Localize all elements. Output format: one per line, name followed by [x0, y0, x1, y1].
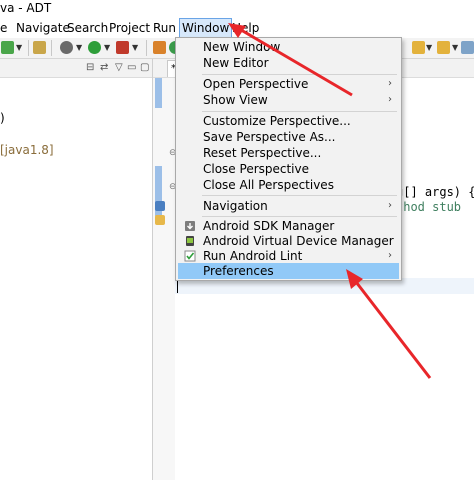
checkbox-icon[interactable]	[1, 41, 14, 54]
menu-item-navigation[interactable]: Navigation ›	[178, 198, 399, 214]
menu-separator	[202, 74, 397, 75]
toolbar-separator	[146, 40, 147, 56]
dropdown-arrow-icon[interactable]: ▼	[452, 43, 458, 52]
tree-item-jre-library[interactable]: [java1.8]	[0, 143, 54, 157]
new-class-icon[interactable]	[153, 41, 166, 54]
menu-item-reset-perspective[interactable]: Reset Perspective...	[178, 145, 399, 161]
chevron-right-icon: ›	[388, 78, 392, 89]
toolbar-separator	[51, 40, 52, 56]
task-marker-icon[interactable]	[155, 201, 165, 211]
run-icon[interactable]	[88, 41, 101, 54]
chevron-right-icon: ›	[388, 94, 392, 105]
dropdown-arrow-icon[interactable]: ▼	[76, 43, 82, 52]
text-caret	[177, 279, 178, 293]
window-menu-dropdown: New Window New Editor Open Perspective ›…	[175, 37, 402, 281]
back-nav-icon[interactable]	[412, 41, 425, 54]
perspective-icon[interactable]	[461, 41, 474, 54]
code-line[interactable]: g[] args) {	[396, 185, 474, 199]
external-tools-icon[interactable]	[116, 41, 129, 54]
forward-nav-icon[interactable]	[437, 41, 450, 54]
menu-item-close-perspective[interactable]: Close Perspective	[178, 161, 399, 177]
code-line[interactable]: thod stub	[396, 200, 461, 214]
collapse-all-icon[interactable]: ⊟	[86, 62, 94, 73]
dropdown-arrow-icon[interactable]: ▼	[104, 43, 110, 52]
menu-edit[interactable]: e	[0, 20, 7, 36]
menu-item-new-window[interactable]: New Window	[178, 39, 399, 55]
editor-gutter: ⊖ ⊖	[153, 78, 177, 480]
menu-item-android-sdk-manager[interactable]: Android SDK Manager	[178, 218, 399, 234]
debug-icon[interactable]	[60, 41, 73, 54]
dropdown-arrow-icon[interactable]: ▼	[132, 43, 138, 52]
open-file-icon[interactable]	[33, 41, 46, 54]
dropdown-arrow-icon[interactable]: ▼	[16, 43, 22, 52]
menu-search[interactable]: Search	[67, 20, 108, 36]
view-menu-icon[interactable]: ▽	[115, 62, 123, 73]
menu-separator	[202, 195, 397, 196]
minimize-icon[interactable]: ▭	[127, 62, 136, 73]
menu-item-close-all-perspectives[interactable]: Close All Perspectives	[178, 177, 399, 193]
android-sdk-manager-icon	[185, 221, 195, 231]
menu-item-show-view[interactable]: Show View ›	[178, 92, 399, 108]
menu-item-android-virtual-device-manager[interactable]: Android Virtual Device Manager	[178, 233, 399, 249]
menu-item-preferences[interactable]: Preferences	[178, 263, 399, 279]
link-editor-icon[interactable]: ⇄	[100, 62, 108, 73]
menu-item-open-perspective[interactable]: Open Perspective ›	[178, 76, 399, 92]
maximize-icon[interactable]: ▢	[140, 62, 149, 73]
package-explorer: ⊟ ⇄ ▽ ▭ ▢ ) [java1.8]	[0, 59, 153, 480]
chevron-right-icon: ›	[388, 200, 392, 211]
package-explorer-header: ⊟ ⇄ ▽ ▭ ▢	[0, 59, 152, 78]
toolbar-separator	[28, 40, 29, 56]
menu-help[interactable]: Help	[232, 20, 259, 36]
android-device-icon	[186, 236, 194, 246]
tree-item-fragment[interactable]: )	[0, 111, 5, 125]
chevron-right-icon: ›	[388, 250, 392, 261]
title-bar: va - ADT	[0, 0, 474, 18]
menu-separator	[202, 111, 397, 112]
menu-project[interactable]: Project	[109, 20, 150, 36]
window-title: va - ADT	[0, 1, 52, 15]
menu-run[interactable]: Run	[153, 20, 176, 36]
menu-item-customize-perspective[interactable]: Customize Perspective...	[178, 113, 399, 129]
lint-check-icon	[184, 250, 196, 262]
dropdown-arrow-icon[interactable]: ▼	[426, 43, 432, 52]
menu-item-run-android-lint[interactable]: Run Android Lint ›	[178, 248, 399, 264]
gutter-highlight	[155, 78, 162, 108]
menu-item-save-perspective[interactable]: Save Perspective As...	[178, 129, 399, 145]
menu-item-new-editor[interactable]: New Editor	[178, 55, 399, 71]
menu-window[interactable]: Window	[179, 18, 233, 38]
menu-separator	[202, 216, 397, 217]
menu-bar: e Navigate Search Project Run Window Hel…	[0, 18, 474, 38]
menu-navigate[interactable]: Navigate	[16, 20, 70, 36]
warning-marker-icon[interactable]	[155, 215, 165, 225]
